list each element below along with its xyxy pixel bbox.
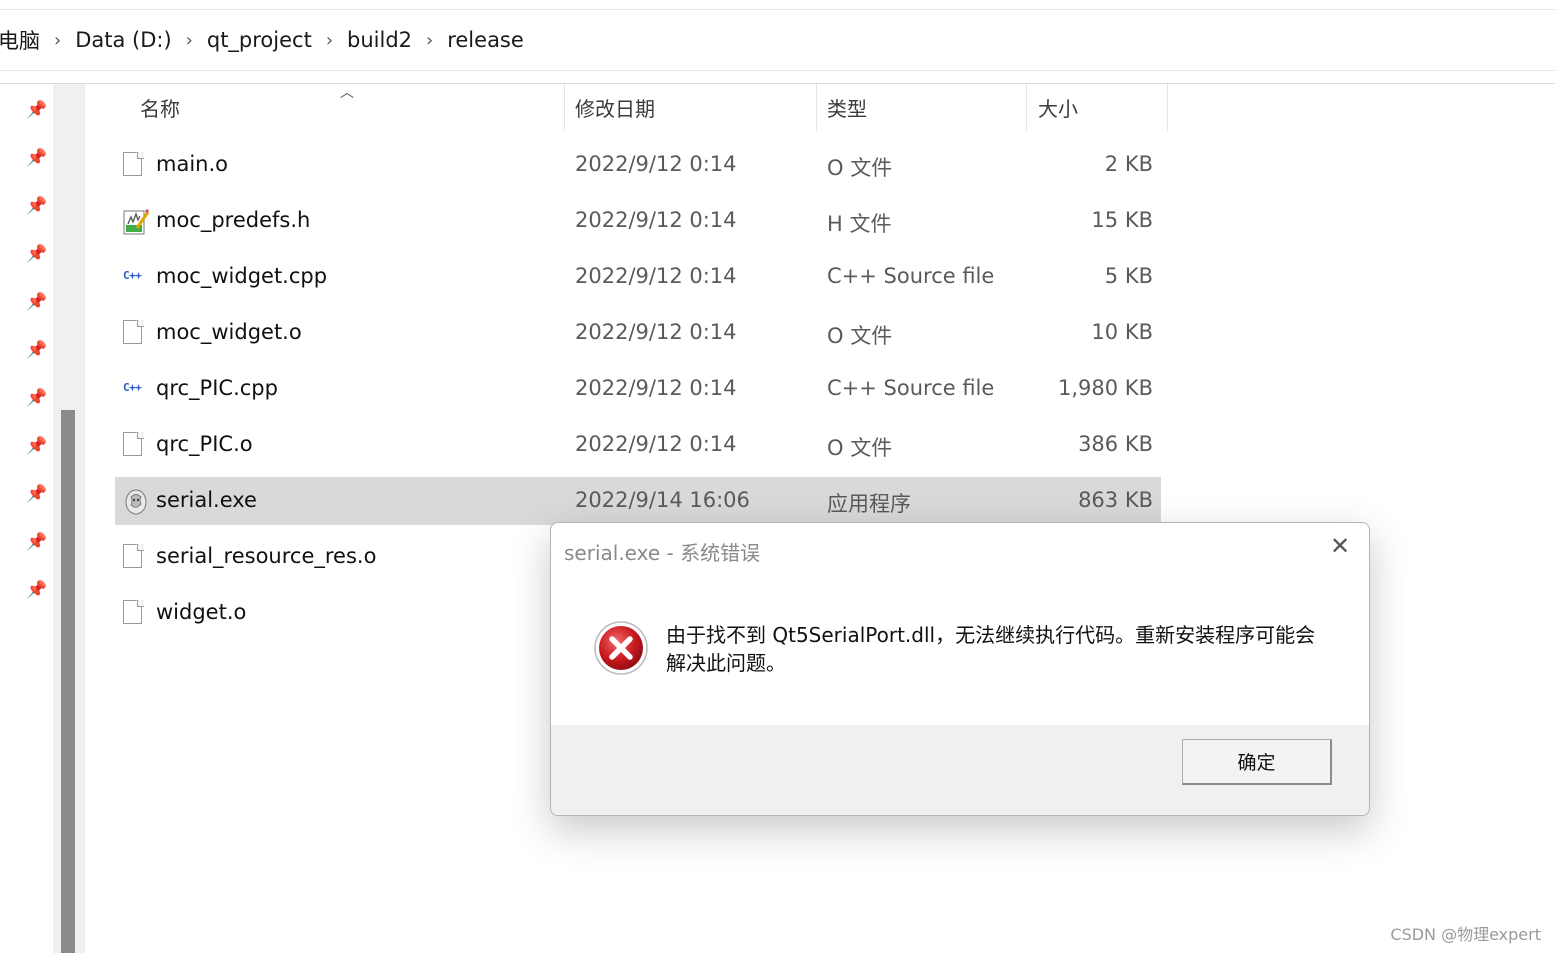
file-type: O 文件 <box>827 324 893 348</box>
file-name: qrc_PIC.cpp <box>156 376 278 400</box>
breadcrumb-item-drive[interactable]: Data (D:) <box>69 28 177 52</box>
column-divider[interactable] <box>816 84 817 131</box>
breadcrumb-item-release[interactable]: release <box>441 28 530 52</box>
pin-icon[interactable]: 📌 <box>26 100 48 122</box>
dialog-message: 由于找不到 Qt5SerialPort.dll，无法继续执行代码。重新安装程序可… <box>666 623 1316 675</box>
file-modified: 2022/9/12 0:14 <box>575 264 737 288</box>
pin-icon[interactable]: 📌 <box>26 292 48 314</box>
breadcrumb-item-qt-project[interactable]: qt_project <box>201 28 318 52</box>
file-name: moc_predefs.h <box>156 208 311 232</box>
system-error-dialog: serial.exe - 系统错误 ✕ 由于找不到 Qt5SerialPort.… <box>550 522 1370 816</box>
nav-scrollbar-thumb[interactable] <box>61 410 75 953</box>
pin-icon[interactable]: 📌 <box>26 580 48 602</box>
file-name: qrc_PIC.o <box>156 432 253 456</box>
file-modified: 2022/9/12 0:14 <box>575 208 737 232</box>
column-divider[interactable] <box>1167 84 1168 131</box>
dialog-title: serial.exe - 系统错误 <box>564 541 761 565</box>
ok-button[interactable]: 确定 <box>1182 739 1332 785</box>
breadcrumb-separator[interactable]: › <box>178 30 201 51</box>
file-modified: 2022/9/12 0:14 <box>575 152 737 176</box>
file-size: 1,980 KB <box>1058 376 1153 400</box>
breadcrumb-separator[interactable]: › <box>418 30 441 51</box>
generic-file-icon <box>123 432 145 458</box>
column-header-modified[interactable]: 修改日期 <box>575 84 815 131</box>
column-header-name-label: 名称 <box>140 97 180 121</box>
breadcrumb-item-build2[interactable]: build2 <box>341 28 418 52</box>
breadcrumb-separator[interactable]: › <box>318 30 341 51</box>
column-header-type[interactable]: 类型 <box>827 84 1022 131</box>
file-size: 863 KB <box>1078 488 1153 512</box>
breadcrumb-separator[interactable]: › <box>46 30 69 51</box>
breadcrumb-item-pc[interactable]: 电脑 <box>0 25 46 55</box>
file-name: main.o <box>156 152 228 176</box>
file-row[interactable]: moc_widget.o 2022/9/12 0:14 O 文件 10 KB <box>115 309 1161 357</box>
address-breadcrumb: 电脑 › Data (D:) › qt_project › build2 › r… <box>0 9 1555 71</box>
file-name: serial.exe <box>156 488 257 512</box>
file-type: O 文件 <box>827 436 893 460</box>
file-modified: 2022/9/14 16:06 <box>575 488 750 512</box>
generic-file-icon <box>123 152 145 178</box>
file-modified: 2022/9/12 0:14 <box>575 320 737 344</box>
cpp-file-icon: C++ <box>123 269 142 282</box>
watermark: CSDN @物理expert <box>1390 925 1541 944</box>
column-header-modified-label: 修改日期 <box>575 97 655 121</box>
pin-icon[interactable]: 📌 <box>26 436 48 458</box>
pin-icon[interactable]: 📌 <box>26 340 48 362</box>
generic-file-icon <box>123 320 145 346</box>
file-type: O 文件 <box>827 156 893 180</box>
column-header-size-label: 大小 <box>1038 97 1078 121</box>
column-header-size[interactable]: 大小 <box>1038 84 1163 131</box>
navigation-pane: 📌 📌 📌 📌 📌 📌 📌 📌 📌 📌 📌 <box>0 84 53 953</box>
file-type: 应用程序 <box>827 492 911 516</box>
file-size: 15 KB <box>1091 208 1153 232</box>
file-type: C++ Source file <box>827 264 995 288</box>
file-type: H 文件 <box>827 212 892 236</box>
file-modified: 2022/9/12 0:14 <box>575 376 737 400</box>
column-header-name[interactable]: 名称 <box>140 84 560 131</box>
pin-icon[interactable]: 📌 <box>26 196 48 218</box>
file-size: 386 KB <box>1078 432 1153 456</box>
cpp-file-icon: C++ <box>123 381 142 394</box>
column-divider[interactable] <box>564 84 565 131</box>
header-file-icon <box>123 208 150 235</box>
file-name: widget.o <box>156 600 247 624</box>
file-size: 5 KB <box>1104 264 1153 288</box>
generic-file-icon <box>123 544 145 570</box>
file-modified: 2022/9/12 0:14 <box>575 432 737 456</box>
file-row[interactable]: qrc_PIC.o 2022/9/12 0:14 O 文件 386 KB <box>115 421 1161 469</box>
column-header-type-label: 类型 <box>827 97 867 121</box>
pin-icon[interactable]: 📌 <box>26 388 48 410</box>
exe-file-icon <box>123 488 147 515</box>
file-row[interactable]: C++ qrc_PIC.cpp 2022/9/12 0:14 C++ Sourc… <box>115 365 1161 413</box>
file-name: moc_widget.o <box>156 320 302 344</box>
pin-icon[interactable]: 📌 <box>26 148 48 170</box>
file-row-selected[interactable]: serial.exe 2022/9/14 16:06 应用程序 863 KB <box>115 477 1161 525</box>
generic-file-icon <box>123 600 145 626</box>
column-divider[interactable] <box>1026 84 1027 131</box>
file-row[interactable]: C++ moc_widget.cpp 2022/9/12 0:14 C++ So… <box>115 253 1161 301</box>
pin-icon[interactable]: 📌 <box>26 484 48 506</box>
file-name: moc_widget.cpp <box>156 264 328 288</box>
file-type: C++ Source file <box>827 376 995 400</box>
close-icon[interactable]: ✕ <box>1327 533 1353 559</box>
pin-icon[interactable]: 📌 <box>26 244 48 266</box>
file-size: 2 KB <box>1104 152 1153 176</box>
file-row[interactable]: main.o 2022/9/12 0:14 O 文件 2 KB <box>115 141 1161 189</box>
file-size: 10 KB <box>1091 320 1153 344</box>
file-row[interactable]: moc_predefs.h 2022/9/12 0:14 H 文件 15 KB <box>115 197 1161 245</box>
error-icon <box>593 620 649 676</box>
file-name: serial_resource_res.o <box>156 544 377 568</box>
pin-icon[interactable]: 📌 <box>26 532 48 554</box>
